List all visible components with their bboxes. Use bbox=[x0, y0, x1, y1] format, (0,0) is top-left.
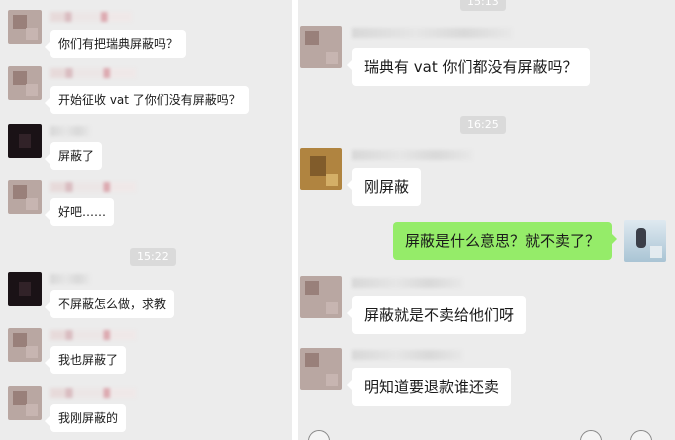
sent-message-bubble[interactable]: 屏蔽是什么意思？就不卖了？ bbox=[392, 222, 618, 260]
contact-avatar[interactable] bbox=[300, 348, 342, 390]
sender-name-blurred bbox=[50, 68, 136, 78]
contact-avatar[interactable] bbox=[8, 10, 42, 44]
message-bubble[interactable]: 屏蔽就是不卖给他们呀 bbox=[346, 296, 527, 334]
message-bubble[interactable]: 开始征收 vat 了你们没有屏蔽吗？ bbox=[45, 86, 249, 114]
emoji-icon[interactable] bbox=[580, 430, 602, 440]
sender-name-blurred bbox=[50, 388, 136, 398]
contact-avatar[interactable] bbox=[300, 148, 342, 190]
sender-name-blurred bbox=[50, 330, 136, 340]
sender-name-blurred bbox=[50, 274, 90, 284]
user-avatar[interactable] bbox=[624, 220, 666, 262]
sender-name-blurred bbox=[352, 350, 462, 360]
sender-name-blurred bbox=[352, 150, 472, 160]
sender-name-blurred bbox=[352, 278, 462, 288]
contact-avatar[interactable] bbox=[300, 276, 342, 318]
right-chat-panel: 15:13 瑞典有 vat 你们都没有屏蔽吗？ 16:25 刚屏蔽 屏蔽是什么意… bbox=[298, 0, 675, 440]
left-chat-panel: 你们有把瑞典屏蔽吗？ 开始征收 vat 了你们没有屏蔽吗？ 屏蔽了 好吧…… 1… bbox=[0, 0, 292, 440]
message-bubble[interactable]: 瑞典有 vat 你们都没有屏蔽吗？ bbox=[347, 48, 590, 86]
contact-avatar[interactable] bbox=[8, 66, 42, 100]
contact-avatar[interactable] bbox=[300, 26, 342, 68]
add-icon[interactable] bbox=[630, 430, 652, 440]
contact-avatar[interactable] bbox=[8, 386, 42, 420]
contact-avatar[interactable] bbox=[8, 272, 42, 306]
message-bubble[interactable]: 刚屏蔽 bbox=[346, 168, 422, 206]
timestamp: 15:22 bbox=[130, 248, 176, 266]
message-bubble[interactable]: 我也屏蔽了 bbox=[44, 346, 127, 374]
timestamp: 15:13 bbox=[460, 0, 506, 11]
timestamp: 16:25 bbox=[460, 116, 506, 134]
contact-avatar[interactable] bbox=[8, 180, 42, 214]
message-bubble[interactable]: 明知道要退款谁还卖 bbox=[346, 368, 512, 406]
sender-name-blurred bbox=[50, 182, 136, 192]
sender-name-blurred bbox=[50, 12, 132, 22]
voice-toggle-icon[interactable] bbox=[308, 430, 330, 440]
contact-avatar[interactable] bbox=[8, 328, 42, 362]
message-bubble[interactable]: 我刚屏蔽的 bbox=[44, 404, 127, 432]
message-bubble[interactable]: 不屏蔽怎么做，求教 bbox=[44, 290, 175, 318]
contact-avatar[interactable] bbox=[8, 124, 42, 158]
message-bubble[interactable]: 你们有把瑞典屏蔽吗？ bbox=[44, 30, 187, 58]
message-bubble[interactable]: 好吧…… bbox=[44, 198, 115, 226]
sender-name-blurred bbox=[352, 28, 512, 38]
sender-name-blurred bbox=[50, 126, 90, 136]
message-bubble[interactable]: 屏蔽了 bbox=[44, 142, 103, 170]
